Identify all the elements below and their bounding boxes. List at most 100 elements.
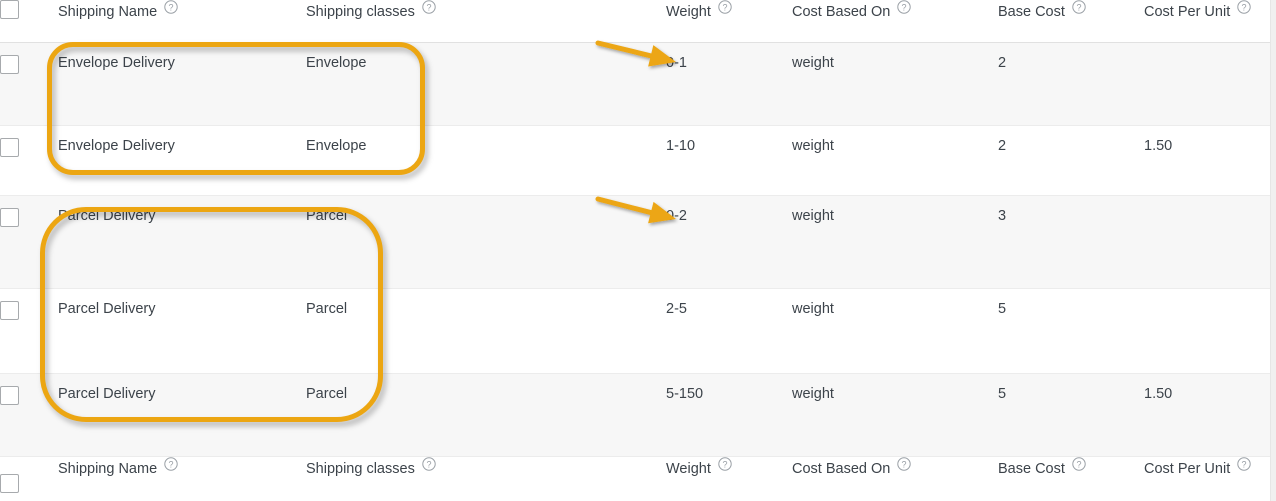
column-header-label: Shipping classes <box>306 4 415 20</box>
cell-shipping-name: Parcel Delivery <box>58 373 306 457</box>
svg-text:?: ? <box>722 2 727 12</box>
cell-weight: 2-5 <box>666 288 792 374</box>
svg-text:?: ? <box>1076 459 1081 469</box>
table-body: Envelope Delivery Envelope 0-1 weight 2 … <box>0 42 1270 457</box>
header-row: Shipping Name? Shipping classes? Weight?… <box>0 0 1270 43</box>
svg-text:?: ? <box>1242 2 1247 12</box>
footer-column-shipping-classes[interactable]: Shipping classes? <box>306 455 666 501</box>
row-select-cell <box>0 288 58 374</box>
row-select-cell <box>0 125 58 196</box>
cell-base-cost: 5 <box>998 288 1144 374</box>
cell-weight: 0-1 <box>666 42 792 126</box>
row-checkbox[interactable] <box>0 137 19 157</box>
row-checkbox[interactable] <box>0 385 19 405</box>
cell-cost-per-unit <box>1144 195 1270 289</box>
column-header-label: Cost Based On <box>792 4 891 20</box>
column-header-label: Weight <box>666 4 711 20</box>
cell-shipping-class: Parcel <box>306 288 666 374</box>
svg-text:?: ? <box>1076 2 1081 12</box>
help-circle-icon[interactable]: ? <box>897 456 912 471</box>
svg-text:?: ? <box>426 459 431 469</box>
column-header-cost-based-on[interactable]: Cost Based On? <box>792 0 998 43</box>
help-circle-icon[interactable]: ? <box>1237 0 1251 14</box>
right-edge-gutter <box>1270 0 1276 501</box>
footer-column-weight[interactable]: Weight? <box>666 455 792 501</box>
help-circle-icon[interactable]: ? <box>422 456 436 471</box>
svg-text:?: ? <box>1242 459 1247 469</box>
column-header-label: Shipping Name <box>58 4 158 20</box>
table-row[interactable]: Parcel Delivery Parcel 5-150 weight 5 1.… <box>0 373 1270 457</box>
cell-weight: 0-2 <box>666 195 792 289</box>
help-circle-icon[interactable]: ? <box>1072 0 1086 14</box>
cell-cost-based-on: weight <box>792 42 998 126</box>
table-row[interactable]: Parcel Delivery Parcel 2-5 weight 5 <box>0 288 1270 374</box>
cell-base-cost: 5 <box>998 373 1144 457</box>
help-circle-icon[interactable]: ? <box>1072 456 1086 471</box>
table-header: Shipping Name? Shipping classes? Weight?… <box>0 0 1270 43</box>
select-all-checkbox-footer[interactable] <box>0 473 19 493</box>
help-circle-icon[interactable]: ? <box>164 0 178 14</box>
footer-column-base-cost[interactable]: Base Cost? <box>998 455 1144 501</box>
select-all-checkbox[interactable] <box>0 0 19 19</box>
cell-shipping-class: Envelope <box>306 42 666 126</box>
table-row[interactable]: Envelope Delivery Envelope 0-1 weight 2 <box>0 42 1270 126</box>
row-select-cell <box>0 42 58 126</box>
column-header-weight[interactable]: Weight? <box>666 0 792 43</box>
help-circle-icon[interactable]: ? <box>422 0 436 14</box>
cell-shipping-class: Envelope <box>306 125 666 196</box>
cell-cost-based-on: weight <box>792 288 998 374</box>
help-circle-icon[interactable]: ? <box>897 0 912 14</box>
footer-row: Shipping Name? Shipping classes? Weight?… <box>0 455 1270 501</box>
cell-cost-based-on: weight <box>792 195 998 289</box>
help-circle-icon[interactable]: ? <box>718 456 732 471</box>
cell-weight: 1-10 <box>666 125 792 196</box>
cell-cost-based-on: weight <box>792 373 998 457</box>
svg-text:?: ? <box>902 2 907 12</box>
svg-text:?: ? <box>169 2 174 12</box>
footer-column-shipping-name[interactable]: Shipping Name? <box>58 455 306 501</box>
svg-text:?: ? <box>426 2 431 12</box>
cell-shipping-name: Parcel Delivery <box>58 288 306 374</box>
cell-base-cost: 2 <box>998 42 1144 126</box>
footer-column-label: Base Cost <box>998 460 1065 477</box>
footer-column-label: Cost Based On <box>792 460 891 477</box>
cell-shipping-class: Parcel <box>306 195 666 289</box>
footer-column-label: Shipping Name <box>58 460 158 477</box>
row-checkbox[interactable] <box>0 207 19 227</box>
help-circle-icon[interactable]: ? <box>718 0 732 14</box>
svg-text:?: ? <box>722 459 727 469</box>
column-header-base-cost[interactable]: Base Cost? <box>998 0 1144 43</box>
row-select-cell <box>0 195 58 289</box>
shipping-rates-screen: Shipping Name? Shipping classes? Weight?… <box>0 0 1276 501</box>
table-row[interactable]: Parcel Delivery Parcel 0-2 weight 3 <box>0 195 1270 289</box>
row-checkbox[interactable] <box>0 300 19 320</box>
svg-text:?: ? <box>169 459 174 469</box>
help-circle-icon[interactable]: ? <box>1237 456 1251 471</box>
cell-shipping-name: Parcel Delivery <box>58 195 306 289</box>
cell-weight: 5-150 <box>666 373 792 457</box>
row-checkbox[interactable] <box>0 54 19 74</box>
cell-cost-per-unit: 1.50 <box>1144 125 1270 196</box>
cell-shipping-name: Envelope Delivery <box>58 125 306 196</box>
table-row[interactable]: Envelope Delivery Envelope 1-10 weight 2… <box>0 125 1270 196</box>
column-header-label: Cost Per Unit <box>1144 4 1231 20</box>
cell-shipping-class: Parcel <box>306 373 666 457</box>
cell-base-cost: 3 <box>998 195 1144 289</box>
footer-column-cost-per-unit[interactable]: Cost Per Unit? <box>1144 455 1270 501</box>
cell-shipping-name: Envelope Delivery <box>58 42 306 126</box>
cell-cost-based-on: weight <box>792 125 998 196</box>
column-header-cost-per-unit[interactable]: Cost Per Unit? <box>1144 0 1270 43</box>
row-select-cell <box>0 373 58 457</box>
column-header-shipping-name[interactable]: Shipping Name? <box>58 0 306 43</box>
cell-cost-per-unit <box>1144 288 1270 374</box>
select-all-footer-cell <box>0 455 58 501</box>
cell-cost-per-unit <box>1144 42 1270 126</box>
column-header-shipping-classes[interactable]: Shipping classes? <box>306 0 666 43</box>
footer-column-cost-based-on[interactable]: Cost Based On? <box>792 455 998 501</box>
select-all-header-cell <box>0 0 58 43</box>
column-header-label: Base Cost <box>998 4 1065 20</box>
help-circle-icon[interactable]: ? <box>164 456 178 471</box>
shipping-rates-table: Shipping Name? Shipping classes? Weight?… <box>0 0 1270 501</box>
svg-text:?: ? <box>902 459 907 469</box>
cell-base-cost: 2 <box>998 125 1144 196</box>
